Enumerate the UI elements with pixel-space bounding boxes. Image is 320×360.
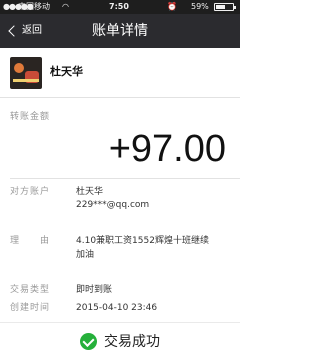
amount-value: +97.00 — [108, 128, 226, 170]
check-circle-icon — [80, 333, 97, 350]
reason-line-1: 4.10兼职工资1552辉煌十班继续 — [76, 236, 209, 246]
account-email: 229***@qq.com — [76, 200, 150, 210]
wifi-icon: ◠ — [62, 2, 69, 11]
created-label: 创建时间 — [10, 303, 51, 313]
type-label: 交易类型 — [10, 285, 51, 295]
payer-row[interactable]: 杜天华 — [0, 48, 240, 98]
status-bar: ●●●●● 中国移动 ◠ 7:50 ⏰ 59% — [0, 0, 240, 14]
reason-label: 理 由 — [10, 236, 51, 246]
alarm-icon: ⏰ — [167, 2, 177, 11]
status-text: 交易成功 — [104, 333, 160, 350]
battery-icon — [214, 3, 236, 11]
navigation-bar: 返回 账单详情 — [0, 14, 240, 48]
divider — [10, 178, 240, 179]
created-value: 2015-04-10 23:46 — [76, 303, 158, 313]
bill-detail: 杜天华 转账金额 +97.00 对方账户 杜天华 229***@qq.com 理… — [0, 48, 240, 360]
battery-percent: 59% — [191, 2, 209, 11]
amount-label: 转账金额 — [10, 112, 51, 122]
carrier-label: 中国移动 — [18, 2, 50, 11]
reason-line-2: 加油 — [76, 250, 95, 260]
type-value: 即时到账 — [76, 285, 113, 295]
status-footer: 交易成功 — [0, 322, 240, 360]
status-time: 7:50 — [109, 2, 129, 11]
account-label: 对方账户 — [10, 187, 51, 197]
page-title: 账单详情 — [92, 23, 148, 39]
avatar — [10, 57, 42, 89]
account-name: 杜天华 — [76, 187, 104, 197]
payer-name: 杜天华 — [50, 65, 83, 78]
